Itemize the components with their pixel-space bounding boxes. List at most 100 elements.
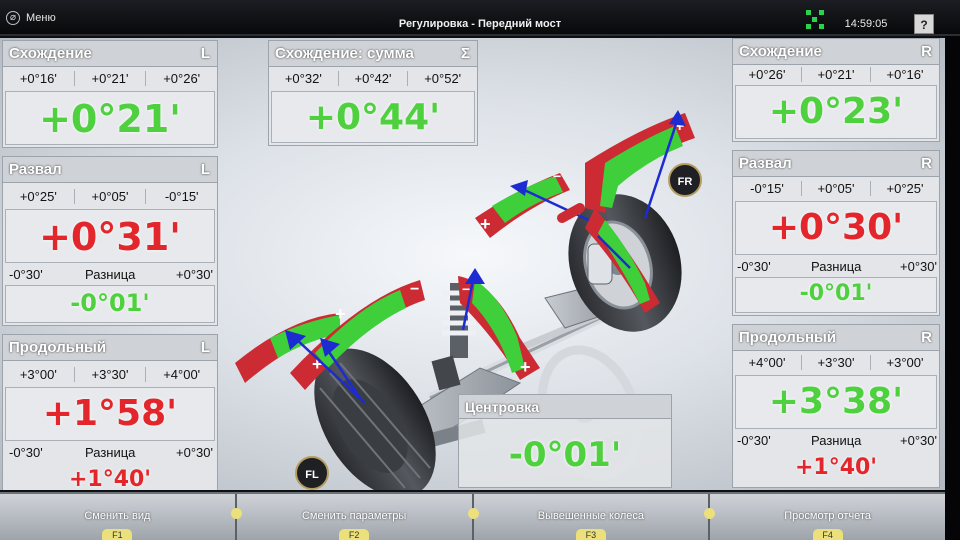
tolerance-max: +0°52' xyxy=(424,71,462,86)
tolerance-min: +0°26' xyxy=(733,67,802,82)
button-label: Просмотр отчета xyxy=(784,510,871,522)
tolerance-nominal: +0°42' xyxy=(339,71,409,86)
caster-right-diff: +1°40' xyxy=(794,455,878,480)
change-parameters-button[interactable]: Сменить параметры F2 xyxy=(237,494,479,540)
button-label: Сменить вид xyxy=(84,510,151,522)
tolerance-nominal: +3°30' xyxy=(802,355,871,370)
tolerance-max: +0°26' xyxy=(163,71,201,86)
key-hint: F2 xyxy=(339,529,370,540)
separator-node-icon xyxy=(467,508,479,519)
diff-min: -0°30' xyxy=(9,267,43,282)
alignment-workspace: + + − − + + − + FR FL Схождение L +0°16'… xyxy=(0,38,945,490)
tolerance-row: +0°16' +0°21' +0°26' xyxy=(3,71,217,86)
panel-header: Развал R xyxy=(733,151,939,177)
tolerance-row: +0°25' +0°05' -0°15' xyxy=(3,189,217,204)
change-view-button[interactable]: Сменить вид F1 xyxy=(0,494,242,540)
monitor-bezel xyxy=(945,36,960,540)
tolerance-row: +4°00' +3°30' +3°00' xyxy=(733,355,939,370)
tolerance-nominal: +0°05' xyxy=(75,189,147,204)
separator-node-icon xyxy=(230,508,242,519)
panel-toe-left: Схождение L +0°16' +0°21' +0°26' +0°21' xyxy=(2,40,218,148)
svg-text:+: + xyxy=(480,214,491,234)
diff-label: Разница xyxy=(811,259,862,274)
diff-row: -0°30' Разница +0°30' xyxy=(733,433,939,451)
panel-header: Центровка xyxy=(459,395,671,419)
view-report-button[interactable]: Просмотр отчета F4 xyxy=(710,494,945,540)
side-label: R xyxy=(921,43,932,60)
camber-left-value: +0°31' xyxy=(39,215,181,259)
panel-toe-right: Схождение R +0°26' +0°21' +0°16' +0°23' xyxy=(732,38,940,142)
help-button[interactable]: ? xyxy=(914,14,934,34)
diff-min: -0°30' xyxy=(737,259,771,274)
tolerance-row: +0°26' +0°21' +0°16' xyxy=(733,67,939,82)
diff-row: -0°30' Разница +0°30' xyxy=(3,267,217,285)
button-label: Вывешенные колеса xyxy=(537,510,644,522)
button-label: Сменить параметры xyxy=(301,510,407,522)
menu-button[interactable]: ⌀ Меню xyxy=(6,9,56,27)
panel-title: Схождение xyxy=(9,45,92,62)
panel-title: Продольный xyxy=(739,329,837,346)
panel-title: Продольный xyxy=(9,339,107,356)
panel-header: Схождение L xyxy=(3,41,217,67)
diff-row: -0°30' Разница +0°30' xyxy=(733,259,939,277)
caster-left-diff: +1°40' xyxy=(68,467,152,490)
panel-title: Центровка xyxy=(465,399,539,415)
panel-header: Продольный R xyxy=(733,325,939,351)
panel-header: Развал L xyxy=(3,157,217,183)
svg-text:−: − xyxy=(553,168,561,184)
badge-front-left: FL xyxy=(295,456,329,490)
tolerance-min: +0°16' xyxy=(3,71,75,86)
panel-camber-left: Развал L +0°25' +0°05' -0°15' +0°31' -0°… xyxy=(2,156,218,326)
centering-value: -0°01' xyxy=(508,435,622,475)
panel-caster-left: Продольный L +3°00' +3°30' +4°00' +1°58'… xyxy=(2,334,218,490)
panel-camber-right: Развал R -0°15' +0°05' +0°25' +0°30' -0°… xyxy=(732,150,940,316)
panel-caster-right: Продольный R +4°00' +3°30' +3°00' +3°38'… xyxy=(732,324,940,488)
key-hint: F1 xyxy=(102,529,133,540)
svg-text:−: − xyxy=(410,281,419,298)
panel-header: Схождение: сумма Σ xyxy=(269,41,477,67)
panel-header: Схождение R xyxy=(733,39,939,65)
tolerance-max: +4°00' xyxy=(163,367,201,382)
diff-row: -0°30' Разница +0°30' xyxy=(3,445,217,463)
diff-label: Разница xyxy=(85,445,136,460)
panel-title: Развал xyxy=(9,161,62,178)
raised-wheels-button[interactable]: Вывешенные колеса F3 xyxy=(474,494,716,540)
panel-title: Схождение xyxy=(739,43,822,60)
screen-title: Регулировка - Передний мост xyxy=(398,18,562,30)
camber-right-diff: -0°01' xyxy=(799,281,873,306)
diff-max: +0°30' xyxy=(176,445,213,460)
tolerance-min: +4°00' xyxy=(733,355,802,370)
diff-max: +0°30' xyxy=(176,267,213,282)
tolerance-row: +3°00' +3°30' +4°00' xyxy=(3,367,217,382)
function-bar: Сменить вид F1 Сменить параметры F2 Выве… xyxy=(0,492,945,540)
tolerance-max: +0°16' xyxy=(886,67,924,82)
camber-left-diff: -0°01' xyxy=(70,289,150,317)
tolerance-nominal: +0°05' xyxy=(802,181,871,196)
menu-logo-icon: ⌀ xyxy=(6,11,20,25)
panel-title: Схождение: сумма xyxy=(275,45,414,62)
tolerance-min: +0°25' xyxy=(3,189,75,204)
side-label: L xyxy=(200,161,210,178)
panel-header: Продольный L xyxy=(3,335,217,361)
svg-text:+: + xyxy=(520,357,531,377)
tolerance-nominal: +3°30' xyxy=(75,367,147,382)
tolerance-min: +0°32' xyxy=(269,71,339,86)
tolerance-nominal: +0°21' xyxy=(75,71,147,86)
tolerance-max: +0°25' xyxy=(886,181,924,196)
clock: 14:59:05 xyxy=(844,18,888,30)
lift-status-icon[interactable] xyxy=(806,10,824,30)
badge-front-right: FR xyxy=(668,163,702,197)
camber-right-value: +0°30' xyxy=(768,207,904,248)
panel-centering: Центровка -0°01' xyxy=(458,394,672,488)
tolerance-min: +3°00' xyxy=(3,367,75,382)
diff-max: +0°30' xyxy=(900,433,937,448)
badge-front-left-label: FL xyxy=(305,469,319,481)
badge-front-right-label: FR xyxy=(678,176,693,188)
title-bar: ⌀ Меню Регулировка - Передний мост 14:59… xyxy=(0,0,960,36)
panel-title: Развал xyxy=(739,155,792,172)
diff-label: Разница xyxy=(811,433,862,448)
svg-text:+: + xyxy=(335,304,346,324)
side-label: L xyxy=(200,45,210,62)
tolerance-nominal: +0°21' xyxy=(802,67,871,82)
menu-label: Меню xyxy=(26,12,56,24)
